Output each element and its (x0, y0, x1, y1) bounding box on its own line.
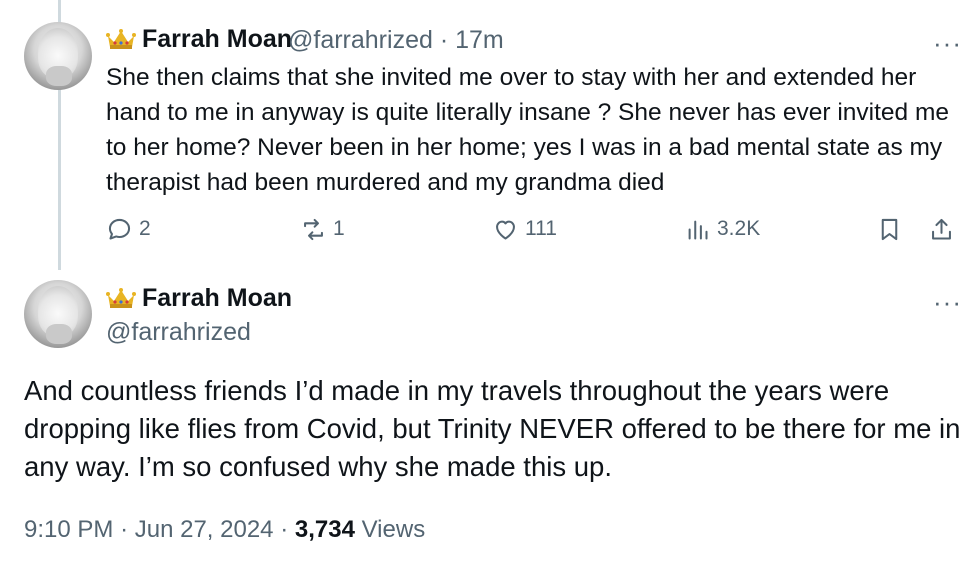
handle[interactable]: @farrahrized (106, 318, 251, 347)
footer-separator: · (280, 516, 289, 543)
bookmark-button[interactable] (876, 214, 903, 244)
avatar[interactable] (24, 22, 92, 90)
crown-emoji-icon (106, 288, 136, 308)
repost-count: 1 (333, 217, 345, 240)
reply-count: 2 (139, 217, 151, 240)
avatar[interactable] (24, 280, 92, 348)
share-icon (932, 218, 951, 240)
reply-button[interactable]: 2 (106, 214, 151, 244)
share-button[interactable] (928, 214, 955, 244)
tweet-text: And countless friends I’d made in my tra… (24, 375, 961, 482)
handle-text[interactable]: @farrahrized (288, 26, 433, 54)
footer-separator: · (120, 516, 129, 543)
tweet-footer: 9:10 PM · Jun 27, 2024 · 3,734 Views (24, 516, 425, 544)
meta-separator: · (439, 26, 449, 54)
more-options-icon[interactable]: ··· (933, 289, 962, 315)
views-button[interactable]: 3.2K (684, 214, 760, 244)
repost-icon (304, 218, 323, 240)
heart-icon (496, 220, 515, 240)
views-label: Views (361, 516, 426, 543)
views-count: 3,734 (294, 516, 355, 543)
like-button[interactable]: 111 (492, 214, 557, 244)
display-name[interactable]: Farrah Moan (142, 284, 292, 313)
tweet-time[interactable]: 9:10 PM (24, 516, 113, 543)
crown-emoji-icon (106, 29, 136, 49)
bar-chart-icon (688, 220, 708, 240)
view-count: 3.2K (717, 217, 761, 240)
tweet-text: She then claims that she invited me over… (106, 64, 949, 196)
repost-button[interactable]: 1 (300, 214, 345, 244)
display-name[interactable]: Farrah Moan (142, 25, 292, 54)
tweet-date[interactable]: Jun 27, 2024 (135, 516, 274, 543)
handle[interactable]: @farrahrized · 17m (288, 26, 504, 55)
more-options-icon[interactable]: ··· (933, 30, 962, 56)
tweet-timestamp[interactable]: 17m (455, 26, 504, 54)
reply-icon (108, 218, 131, 240)
bookmark-icon (881, 218, 898, 240)
like-count: 111 (525, 217, 557, 240)
